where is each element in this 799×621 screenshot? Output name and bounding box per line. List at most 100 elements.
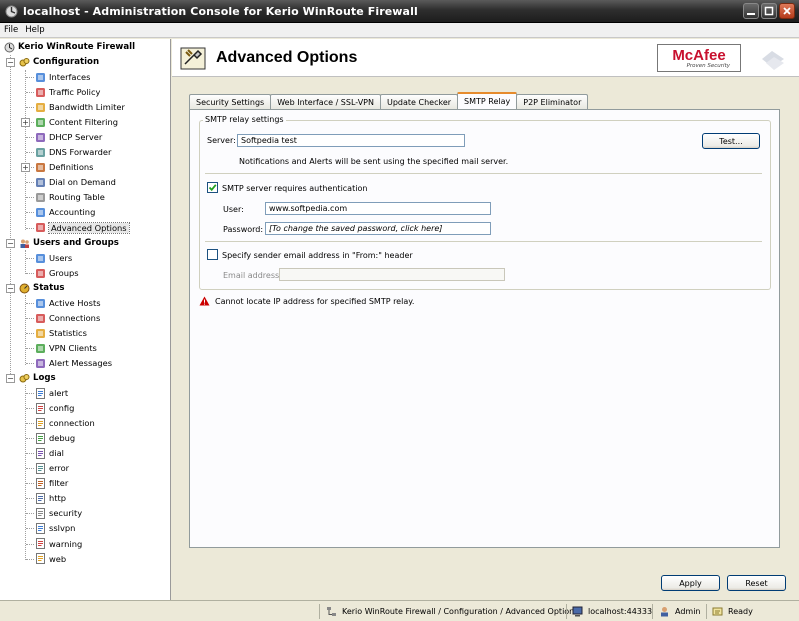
sidebar-item-dhcp-server[interactable]: DHCP Server xyxy=(35,130,102,144)
sidebar-item-statistics[interactable]: Statistics xyxy=(35,326,87,340)
interfaces-icon xyxy=(36,72,45,82)
sidebar-item-bandwidth-limiter[interactable]: Bandwidth Limiter xyxy=(35,100,125,114)
sidebar-item-debug[interactable]: debug xyxy=(35,431,75,445)
sidebar-item-warning[interactable]: warning xyxy=(35,537,82,551)
connections-icon xyxy=(36,313,45,323)
tree-users-and-groups[interactable]: Users and Groups xyxy=(19,236,119,250)
sidebar-item-http[interactable]: http xyxy=(35,491,66,505)
expander-users-groups[interactable]: − xyxy=(6,239,15,248)
sidebar-item-routing-table[interactable]: Routing Table xyxy=(35,190,105,204)
tree-logs[interactable]: Logs xyxy=(19,371,56,385)
tree-node-icon xyxy=(327,607,336,616)
password-input[interactable]: [To change the saved password, click her… xyxy=(265,222,491,235)
brand-tagline: Proven Security xyxy=(686,62,730,69)
sidebar-item-vpn-clients[interactable]: VPN Clients xyxy=(35,341,97,355)
expander-definitions[interactable]: + xyxy=(21,163,30,173)
sidebar-item-alert-messages[interactable]: Alert Messages xyxy=(35,356,112,370)
server-input[interactable]: Softpedia test xyxy=(237,134,465,147)
email-address-label: Email address: xyxy=(223,271,282,280)
sidebar-item-filter[interactable]: filter xyxy=(35,476,68,490)
sidebar-item-dial[interactable]: dial xyxy=(35,446,64,460)
sidebar-item-advanced-options[interactable]: Advanced Options xyxy=(35,221,130,235)
sender-label: Specify sender email address in "From:" … xyxy=(222,251,413,260)
reset-button[interactable]: Reset xyxy=(727,575,786,591)
sidebar-item-content-filtering[interactable]: Content Filtering xyxy=(35,115,118,129)
warning-message: Cannot locate IP address for specified S… xyxy=(215,297,415,306)
sidebar-item-traffic-policy[interactable]: Traffic Policy xyxy=(35,85,100,99)
sidebar-item-security[interactable]: security xyxy=(35,506,82,520)
page-title: Advanced Options xyxy=(216,49,358,66)
separator xyxy=(205,173,762,174)
auth-label: SMTP server requires authentication xyxy=(222,184,368,193)
sidebar-item-config[interactable]: config xyxy=(35,401,74,415)
smtp-relay-panel: SMTP relay settings Server: Softpedia te… xyxy=(189,109,780,548)
filter-icon xyxy=(36,477,45,489)
tab-security-settings[interactable]: Security Settings xyxy=(189,94,272,109)
sidebar-item-interfaces[interactable]: Interfaces xyxy=(35,70,90,84)
tab-update-checker[interactable]: Update Checker xyxy=(379,94,459,109)
server-label: Server: xyxy=(207,136,236,145)
sidebar-item-dns-forwarder[interactable]: DNS Forwarder xyxy=(35,145,111,159)
logs-icon xyxy=(19,373,30,382)
tab-p2p-eliminator[interactable]: P2P Eliminator xyxy=(516,94,589,109)
minimize-button[interactable] xyxy=(743,3,759,19)
sidebar-item-alert[interactable]: alert xyxy=(35,386,68,400)
expander-logs[interactable]: − xyxy=(6,374,15,383)
sidebar-item-error[interactable]: error xyxy=(35,461,69,475)
sidebar-item-accounting[interactable]: Accounting xyxy=(35,205,95,219)
close-button[interactable] xyxy=(779,3,795,19)
sidebar-item-dial-on-demand[interactable]: Dial on Demand xyxy=(35,175,116,189)
sidebar-item-web[interactable]: web xyxy=(35,552,66,566)
expander-status[interactable]: − xyxy=(6,284,15,293)
sidebar-item-sslvpn[interactable]: sslvpn xyxy=(35,521,75,535)
routing-table-icon xyxy=(36,192,45,202)
users-icon xyxy=(36,253,45,263)
close-icon xyxy=(783,7,791,15)
user-icon xyxy=(661,607,668,617)
tree-root[interactable]: Kerio WinRoute Firewall xyxy=(4,40,135,54)
navigation-tree: Kerio WinRoute Firewall − Configuration … xyxy=(0,39,171,600)
separator xyxy=(205,241,762,242)
expander-configuration[interactable]: − xyxy=(6,58,15,67)
security-icon xyxy=(36,507,45,519)
status-icon xyxy=(19,283,30,293)
server-icon xyxy=(572,606,583,617)
user-input[interactable]: www.softpedia.com xyxy=(265,202,491,215)
maximize-button[interactable] xyxy=(761,3,777,19)
tree-status[interactable]: Status xyxy=(19,281,64,295)
sidebar-item-connections[interactable]: Connections xyxy=(35,311,100,325)
test-button[interactable]: Test... xyxy=(702,133,760,149)
bandwidth-limiter-icon xyxy=(36,102,45,112)
checkmark-icon xyxy=(208,184,217,192)
statistics-icon xyxy=(36,328,45,338)
maximize-icon xyxy=(764,6,774,16)
sidebar-item-groups[interactable]: Groups xyxy=(35,266,79,280)
status-path: Kerio WinRoute Firewall / Configuration … xyxy=(326,605,578,618)
page-header: Advanced Options McAfee Proven Security xyxy=(172,39,799,77)
definitions-icon xyxy=(36,162,45,172)
apply-button[interactable]: Apply xyxy=(661,575,720,591)
menu-help[interactable]: Help xyxy=(25,25,44,35)
tab-strip: Security Settings Web Interface / SSL-VPN… xyxy=(189,92,589,109)
web-icon xyxy=(36,553,45,565)
minimize-icon xyxy=(747,13,755,15)
sidebar-item-definitions[interactable]: Definitions xyxy=(35,160,94,174)
main-panel: Advanced Options McAfee Proven Security … xyxy=(172,39,799,600)
email-address-input[interactable] xyxy=(279,268,505,281)
expander-content-filtering[interactable]: + xyxy=(21,118,30,128)
sidebar-item-users[interactable]: Users xyxy=(35,251,72,265)
alert-messages-icon xyxy=(36,358,45,368)
tree-configuration[interactable]: Configuration xyxy=(19,55,99,69)
dial-icon xyxy=(36,447,45,459)
tab-smtp-relay[interactable]: SMTP Relay xyxy=(457,92,518,109)
sidebar-item-connection[interactable]: connection xyxy=(35,416,95,430)
error-icon xyxy=(36,462,45,474)
dial-on-demand-icon xyxy=(36,177,45,187)
auth-checkbox[interactable] xyxy=(207,182,218,193)
connection-icon xyxy=(36,417,45,429)
menu-file[interactable]: File xyxy=(4,25,18,35)
alert-icon xyxy=(36,387,45,399)
sender-checkbox[interactable] xyxy=(207,249,218,260)
sidebar-item-active-hosts[interactable]: Active Hosts xyxy=(35,296,101,310)
tab-web-interface-ssl-vpn[interactable]: Web Interface / SSL-VPN xyxy=(270,94,381,109)
